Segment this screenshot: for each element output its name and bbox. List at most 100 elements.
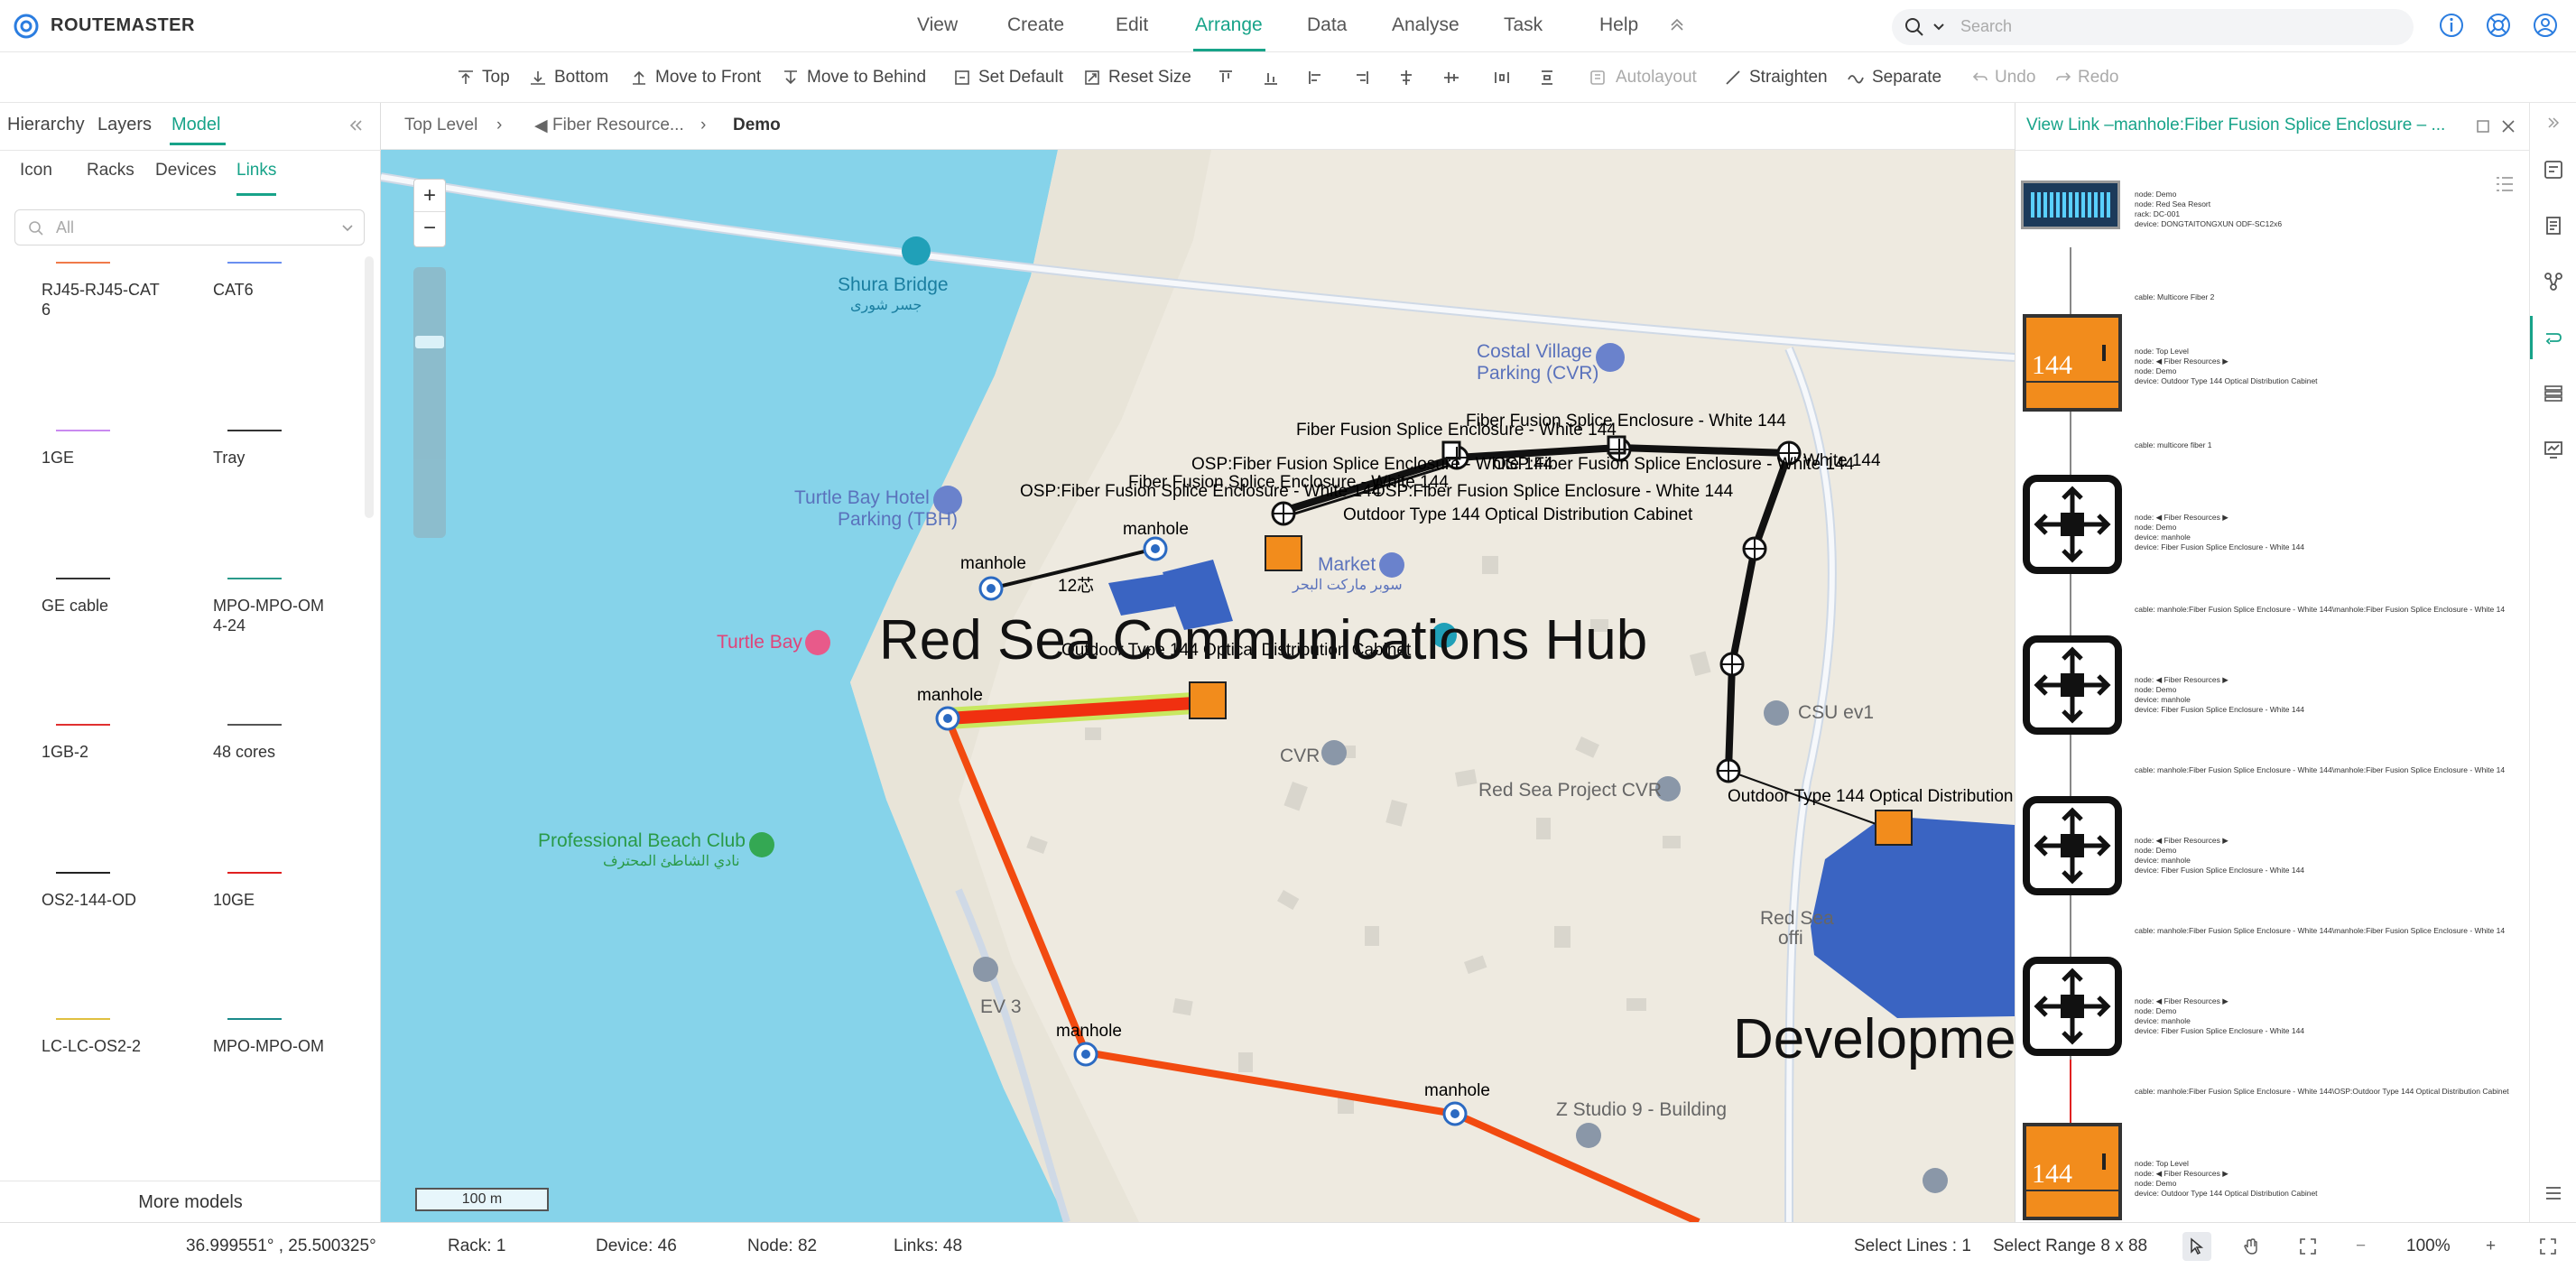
- cabinet-device-top[interactable]: 144: [2023, 314, 2122, 412]
- rack-list-icon[interactable]: [2543, 383, 2564, 404]
- link-model-swatch[interactable]: [227, 262, 282, 264]
- more-models-button[interactable]: More models: [0, 1181, 381, 1222]
- search-input[interactable]: Search: [1960, 17, 2012, 36]
- link-model-label[interactable]: MPO-MPO-OM 4-24: [213, 596, 348, 635]
- set-default-button[interactable]: Set Default: [978, 68, 1063, 88]
- breadcrumb-top-level[interactable]: Top Level: [404, 116, 477, 135]
- menu-task[interactable]: Task: [1504, 14, 1543, 36]
- menu-arrange[interactable]: Arrange: [1195, 14, 1263, 36]
- link-model-label[interactable]: 1GE: [42, 448, 177, 468]
- bottom-button[interactable]: Bottom: [554, 68, 608, 88]
- link-model-swatch[interactable]: [56, 430, 110, 431]
- menu-icon[interactable]: [2543, 1182, 2564, 1204]
- menu-edit[interactable]: Edit: [1116, 14, 1148, 36]
- link-model-swatch[interactable]: [56, 1018, 110, 1020]
- align-center-horizontal-icon[interactable]: [1397, 69, 1415, 87]
- collapse-left-panel-icon[interactable]: [348, 119, 363, 132]
- odf-device-image[interactable]: [2021, 181, 2120, 229]
- poi-turtle-bay[interactable]: Turtle Bay: [717, 632, 802, 653]
- poi-z-studio[interactable]: Z Studio 9 - Building: [1556, 1099, 1727, 1121]
- search-scope-chevron-down-icon[interactable]: [1933, 23, 1944, 32]
- link-model-label[interactable]: CAT6: [213, 280, 348, 300]
- select-tool-button[interactable]: [2182, 1232, 2211, 1261]
- zoom-in-button[interactable]: +: [414, 180, 445, 212]
- move-to-behind-button[interactable]: Move to Behind: [807, 68, 926, 88]
- straighten-button[interactable]: Straighten: [1749, 68, 1828, 88]
- move-to-front-button[interactable]: Move to Front: [655, 68, 761, 88]
- link-model-swatch[interactable]: [56, 578, 110, 579]
- zoom-out-button[interactable]: −: [414, 213, 445, 245]
- splice-enclosure-icon[interactable]: [2023, 635, 2122, 735]
- expand-right-icon[interactable]: [2546, 116, 2561, 130]
- menu-help[interactable]: Help: [1599, 14, 1638, 36]
- splice-enclosure-icon[interactable]: [2023, 475, 2122, 574]
- fit-screen-icon[interactable]: [2298, 1237, 2318, 1256]
- link-model-swatch[interactable]: [227, 1018, 282, 1020]
- panel-scrollbar[interactable]: [365, 256, 374, 518]
- poi-red-sea-office[interactable]: Red Sea: [1760, 908, 1834, 930]
- monitor-chart-icon[interactable]: [2543, 439, 2564, 460]
- close-icon[interactable]: [2501, 119, 2516, 134]
- undo-button[interactable]: Undo: [1995, 68, 2035, 88]
- link-model-swatch[interactable]: [227, 724, 282, 726]
- poi-costal-village[interactable]: Costal Village: [1477, 341, 1592, 363]
- link-model-label[interactable]: 48 cores: [213, 742, 348, 762]
- pan-hand-icon[interactable]: [2242, 1237, 2262, 1256]
- poi-csu-ev1[interactable]: CSU ev1: [1798, 702, 1874, 724]
- poi-shura-bridge[interactable]: Shura Bridge: [838, 274, 949, 296]
- separate-button[interactable]: Separate: [1872, 68, 1941, 88]
- poi-market[interactable]: Market: [1318, 554, 1376, 576]
- link-model-label[interactable]: 1GB-2: [42, 742, 177, 762]
- splice-enclosure-icon[interactable]: [2023, 957, 2122, 1056]
- zoom-in-button[interactable]: +: [2486, 1237, 2496, 1256]
- splice-enclosure-icon[interactable]: [2023, 796, 2122, 895]
- subtab-icon[interactable]: Icon: [20, 161, 52, 181]
- info-icon[interactable]: [2439, 13, 2464, 38]
- cabinet-device-bottom[interactable]: 144: [2023, 1123, 2122, 1220]
- zoom-slider-thumb[interactable]: [415, 336, 444, 348]
- poi-cvr[interactable]: CVR: [1280, 746, 1320, 767]
- link-model-label[interactable]: RJ45-RJ45-CAT 6: [42, 280, 177, 320]
- menu-data[interactable]: Data: [1307, 14, 1347, 36]
- link-path-icon[interactable]: [2543, 327, 2564, 348]
- breadcrumb-fiber-resources[interactable]: Fiber Resource...: [552, 116, 688, 135]
- align-left-icon[interactable]: [1307, 69, 1325, 87]
- menu-create[interactable]: Create: [1007, 14, 1064, 36]
- link-model-label[interactable]: Tray: [213, 448, 348, 468]
- properties-icon[interactable]: [2543, 159, 2564, 181]
- link-model-swatch[interactable]: [227, 578, 282, 579]
- poi-ev3[interactable]: EV 3: [980, 996, 1022, 1018]
- subtab-links[interactable]: Links: [236, 161, 276, 181]
- menu-view[interactable]: View: [917, 14, 958, 36]
- link-model-label[interactable]: LC-LC-OS2-2: [42, 1036, 177, 1056]
- align-bottom-icon[interactable]: [1262, 69, 1280, 87]
- link-model-swatch[interactable]: [56, 872, 110, 874]
- breadcrumb-arrow-left-icon[interactable]: ◀: [534, 116, 548, 136]
- user-account-icon[interactable]: [2533, 13, 2558, 38]
- tab-model[interactable]: Model: [171, 115, 220, 135]
- subtab-racks[interactable]: Racks: [87, 161, 134, 181]
- autolayout-button[interactable]: Autolayout: [1616, 68, 1697, 88]
- subtab-devices[interactable]: Devices: [155, 161, 217, 181]
- document-icon[interactable]: [2543, 215, 2564, 236]
- support-lifebuoy-icon[interactable]: [2486, 13, 2511, 38]
- redo-button[interactable]: Redo: [2078, 68, 2118, 88]
- collapse-chevron-up-icon[interactable]: [1666, 14, 1688, 36]
- top-button[interactable]: Top: [482, 68, 510, 88]
- link-model-swatch[interactable]: [56, 724, 110, 726]
- poi-turtle-bay-hotel[interactable]: Turtle Bay Hotel: [794, 487, 930, 509]
- link-model-label[interactable]: 10GE: [213, 890, 348, 910]
- tab-hierarchy[interactable]: Hierarchy: [7, 115, 85, 135]
- poi-red-sea-project[interactable]: Red Sea Project CVR: [1478, 780, 1662, 801]
- align-top-icon[interactable]: [1217, 69, 1235, 87]
- link-model-swatch[interactable]: [227, 430, 282, 431]
- map-canvas[interactable]: Shura Bridge جسر شورى Costal Village Par…: [381, 150, 2015, 1222]
- maximize-icon[interactable]: [2476, 119, 2490, 134]
- reset-size-button[interactable]: Reset Size: [1108, 68, 1191, 88]
- fullscreen-icon[interactable]: [2538, 1237, 2558, 1256]
- poi-professional-beach-club[interactable]: Professional Beach Club: [538, 830, 746, 852]
- zoom-out-button[interactable]: −: [2356, 1237, 2366, 1256]
- topology-icon[interactable]: [2543, 271, 2564, 292]
- link-model-swatch[interactable]: [227, 872, 282, 874]
- distribute-vertical-icon[interactable]: [1538, 69, 1556, 87]
